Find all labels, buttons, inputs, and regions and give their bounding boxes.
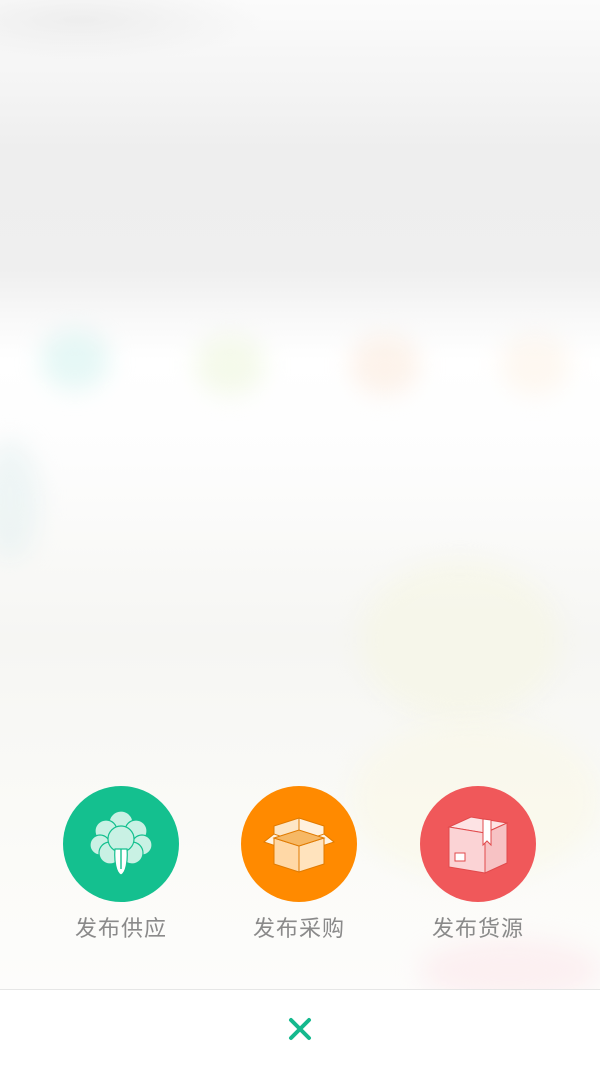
- blurred-shape: [40, 330, 110, 390]
- publish-menu: 发布供应 发布采购 发布货源: [0, 786, 600, 956]
- blurred-shape: [195, 335, 265, 395]
- blurred-shape: [350, 335, 420, 395]
- blurred-shape: [500, 335, 570, 395]
- blurred-shape: [360, 560, 560, 720]
- publish-supply-circle: [63, 786, 179, 902]
- publish-purchase-label: 发布采购: [252, 917, 345, 942]
- publish-supply-button[interactable]: 发布供应: [56, 786, 186, 945]
- package-icon: [447, 816, 509, 874]
- publish-cargo-button[interactable]: 发布货源: [413, 786, 543, 945]
- close-button[interactable]: [279, 1008, 321, 1050]
- bottom-bar: [0, 989, 600, 1067]
- publish-supply-label: 发布供应: [74, 917, 167, 942]
- publish-cargo-label: 发布货源: [431, 917, 524, 942]
- close-icon: [289, 1018, 311, 1040]
- blurred-shape: [0, 440, 40, 560]
- vegetable-icon: [89, 810, 153, 876]
- publish-cargo-circle: [420, 786, 536, 902]
- publish-purchase-button[interactable]: 发布采购: [234, 786, 364, 945]
- open-box-icon: [262, 817, 336, 873]
- publish-purchase-circle: [241, 786, 357, 902]
